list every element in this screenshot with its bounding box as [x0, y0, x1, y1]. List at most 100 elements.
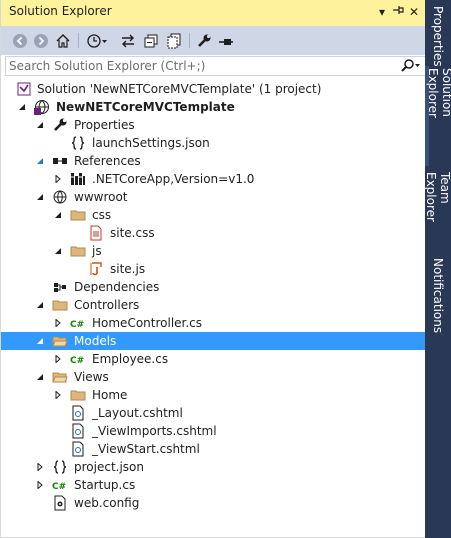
json-file-icon: [52, 459, 68, 475]
csharp-file-icon: C#: [70, 351, 86, 367]
tree-item-models[interactable]: Models: [1, 332, 426, 350]
tree-item-wwwroot[interactable]: wwwroot: [1, 188, 426, 206]
expanded-arrow-icon[interactable]: [35, 156, 45, 166]
tree-item-employee[interactable]: C# Employee.cs: [1, 350, 426, 368]
tree-item-solution[interactable]: Solution 'NewNETCoreMVCTemplate' (1 proj…: [1, 80, 426, 98]
back-icon[interactable]: [11, 31, 29, 50]
tree-item-label: Models: [74, 334, 117, 348]
web-project-icon: [34, 99, 50, 115]
history-icon[interactable]: [85, 31, 109, 50]
tab-solution-explorer[interactable]: Solution Explorer: [425, 66, 451, 166]
folder-icon: [52, 297, 68, 313]
collapsed-arrow-icon[interactable]: [53, 354, 63, 364]
sync-icon[interactable]: [119, 31, 137, 50]
tree-item-label: Properties: [74, 118, 135, 132]
tree-item-site-js[interactable]: site.js: [1, 260, 426, 278]
razor-file-icon: [70, 405, 86, 421]
tree-item-label: js: [92, 244, 102, 258]
expanded-arrow-icon[interactable]: [17, 102, 27, 112]
json-file-icon: [70, 135, 86, 151]
tab-solution-explorer-label: Solution Explorer: [426, 68, 451, 118]
expanded-arrow-icon[interactable]: [35, 336, 45, 346]
solution-explorer-panel: Solution Explorer ▾ ✕ Search Solution Ex…: [0, 0, 426, 538]
toolbar-separator: [189, 33, 190, 48]
side-tab-bar: Properties Solution Explorer Team Explor…: [424, 0, 451, 538]
tree-item-home-controller[interactable]: C# HomeController.cs: [1, 314, 426, 332]
tree-item-web-config[interactable]: web.config: [1, 494, 426, 512]
tree-item-views[interactable]: Views: [1, 368, 426, 386]
references-icon: [52, 153, 68, 169]
pin-icon[interactable]: [390, 3, 406, 21]
collapsed-arrow-icon[interactable]: [35, 462, 45, 472]
expanded-arrow-icon[interactable]: [35, 372, 45, 382]
forward-icon[interactable]: [32, 31, 50, 50]
collapsed-arrow-icon[interactable]: [53, 174, 63, 184]
tree-item-label: Employee.cs: [92, 352, 169, 366]
tree-item-label: .NETCoreApp,Version=v1.0: [92, 172, 255, 186]
tree-item-references[interactable]: References: [1, 152, 426, 170]
tab-team-explorer[interactable]: Team Explorer: [424, 170, 451, 252]
tree-item-layout[interactable]: _Layout.cshtml: [1, 404, 426, 422]
title-bar: Solution Explorer ▾ ✕: [1, 0, 426, 26]
expanded-arrow-icon[interactable]: [53, 210, 63, 220]
collapsed-arrow-icon[interactable]: [53, 390, 63, 400]
tree-item-view-imports[interactable]: _ViewImports.cshtml: [1, 422, 426, 440]
tree-item-startup[interactable]: C# Startup.cs: [1, 476, 426, 494]
tree-item-label: Dependencies: [74, 280, 160, 294]
tree-item-label: web.config: [74, 496, 140, 510]
tab-notifications-label: Notifications: [431, 258, 445, 334]
tree-item-site-css[interactable]: site.css: [1, 224, 426, 242]
expanded-arrow-icon[interactable]: [35, 300, 45, 310]
open-folder-icon: [52, 333, 68, 349]
tree-item-view-start[interactable]: _ViewStart.cshtml: [1, 440, 426, 458]
search-icon[interactable]: [400, 58, 422, 74]
csharp-file-icon: C#: [70, 315, 86, 331]
collapsed-arrow-icon[interactable]: [53, 318, 63, 328]
tab-notifications[interactable]: Notifications: [425, 256, 451, 334]
preview-icon[interactable]: [217, 31, 235, 50]
tab-properties-label: Properties: [431, 6, 445, 67]
expanded-arrow-icon[interactable]: [53, 246, 63, 256]
tree-item-properties[interactable]: Properties: [1, 116, 426, 134]
solution-tree: Solution 'NewNETCoreMVCTemplate' (1 proj…: [1, 80, 426, 512]
solution-icon: [16, 81, 32, 97]
expanded-arrow-icon[interactable]: [35, 120, 45, 130]
razor-file-icon: [70, 423, 86, 439]
toolbar: [1, 26, 426, 55]
tree-item-home[interactable]: Home: [1, 386, 426, 404]
tree-item-label: site.js: [110, 262, 146, 276]
open-folder-icon: [52, 369, 68, 385]
svg-text:C#: C#: [52, 482, 66, 492]
search-box[interactable]: [5, 56, 426, 76]
folder-icon: [70, 387, 86, 403]
tree-item-launch-settings[interactable]: launchSettings.json: [1, 134, 426, 152]
tree-item-css[interactable]: css: [1, 206, 426, 224]
tree-item-project[interactable]: NewNETCoreMVCTemplate: [1, 98, 426, 116]
tree-item-controllers[interactable]: Controllers: [1, 296, 426, 314]
tree-item-js[interactable]: js: [1, 242, 426, 260]
toolbar-separator: [78, 33, 79, 48]
tree-item-label: Solution 'NewNETCoreMVCTemplate' (1 proj…: [37, 82, 322, 96]
tree-item-dependencies[interactable]: Dependencies: [1, 278, 426, 296]
collapse-all-icon[interactable]: [142, 31, 160, 50]
tree-item-label: References: [74, 154, 141, 168]
collapsed-arrow-icon[interactable]: [35, 480, 45, 490]
close-icon[interactable]: ✕: [406, 3, 422, 21]
show-all-files-icon[interactable]: [165, 31, 183, 50]
properties-wrench-icon[interactable]: [195, 31, 213, 50]
framework-icon: [70, 171, 86, 187]
tree-item-label: Home: [92, 388, 128, 402]
tree-item-label: launchSettings.json: [92, 136, 210, 150]
search-input[interactable]: [9, 58, 389, 74]
window-position-dropdown-icon[interactable]: ▾: [374, 3, 390, 21]
expanded-arrow-icon[interactable]: [35, 192, 45, 202]
js-file-icon: [88, 261, 104, 277]
tree-item-label: Views: [74, 370, 109, 384]
tree-item-netcoreapp[interactable]: .NETCoreApp,Version=v1.0: [1, 170, 426, 188]
tree-item-label: Startup.cs: [74, 478, 136, 492]
tree-item-project-json[interactable]: project.json: [1, 458, 426, 476]
home-icon[interactable]: [54, 31, 72, 50]
tree-item-label: Controllers: [74, 298, 140, 312]
tree-item-label: NewNETCoreMVCTemplate: [56, 100, 235, 114]
tab-properties[interactable]: Properties: [425, 4, 451, 67]
